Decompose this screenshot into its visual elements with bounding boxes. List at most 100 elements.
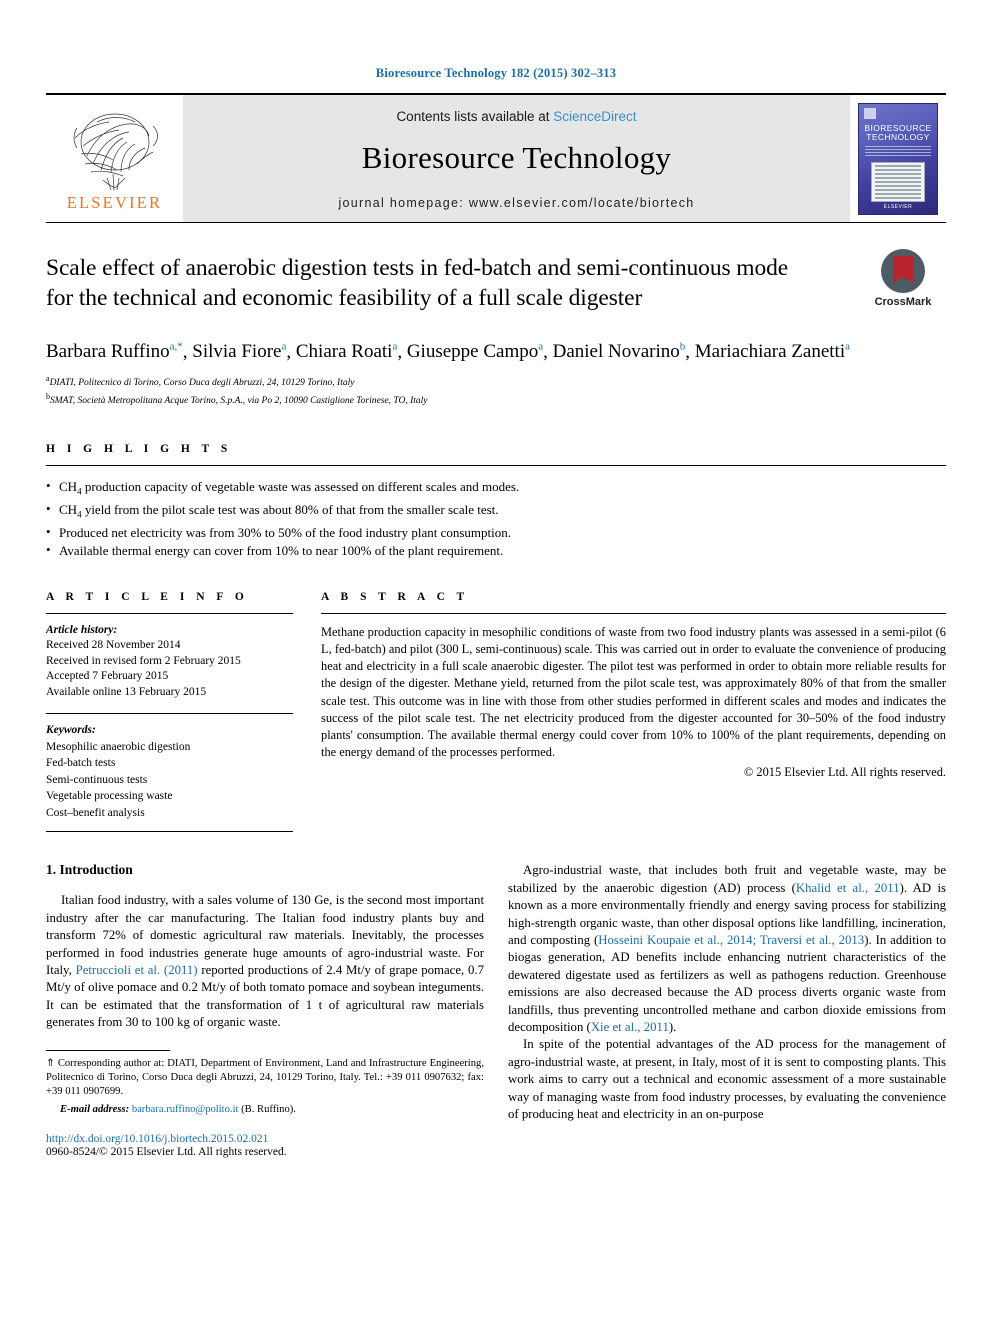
highlight-item: CH4 yield from the pilot scale test was … [46,500,946,524]
title-block: Scale effect of anaerobic digestion test… [46,249,946,313]
intro-paragraph-left: Italian food industry, with a sales volu… [46,892,484,1031]
journal-title: Bioresource Technology [361,140,672,175]
journal-masthead: ELSEVIER Contents lists available at Sci… [46,93,946,223]
elsevier-logo: ELSEVIER [46,95,183,222]
author-item: Silvia Fiorea [192,341,286,362]
affiliation-item: aDIATI, Politecnico di Torino, Corso Duc… [46,372,946,390]
author-mark: a [538,341,544,353]
author-name: Mariachiara Zanetti [694,341,846,363]
intro-paragraph-right-2: In spite of the potential advantages of … [508,1037,946,1122]
highlights-section: H I G H L I G H T S CH4 production capac… [46,443,946,561]
keyword-item: Mesophilic anaerobic digestion [46,740,191,753]
journal-info: Contents lists available at ScienceDirec… [183,95,850,222]
journal-homepage[interactable]: journal homepage: www.elsevier.com/locat… [183,196,850,210]
intro-right-text-d: ). [668,1019,677,1034]
author-name: Giuseppe Campo [406,341,539,363]
crossmark-label: CrossMark [874,296,932,308]
contents-prefix: Contents lists available at [396,109,554,124]
cover-publisher-icon [864,107,876,119]
author-item: Mariachiara Zanettia [695,341,850,362]
crossmark-badge[interactable]: CrossMark [860,249,946,308]
corresponding-author-note: ⇑ Corresponding author at: DIATI, Depart… [46,1057,484,1118]
sciencedirect-link[interactable]: ScienceDirect [553,109,636,124]
body-column-right: Agro-industrial waste, that includes bot… [508,862,946,1158]
keywords-block: Keywords: Mesophilic anaerobic digestion… [46,722,293,821]
abstract-heading: A B S T R A C T [321,590,469,603]
footnote-block: ⇑ Corresponding author at: DIATI, Depart… [46,1049,484,1159]
abstract-copyright: © 2015 Elsevier Ltd. All rights reserved… [743,765,946,780]
highlights-heading: H I G H L I G H T S [46,442,232,455]
article-info-divider [46,612,293,614]
doi-link[interactable]: http://dx.doi.org/10.1016/j.biortech.201… [46,1133,484,1145]
keyword-item: Vegetable processing waste [46,790,173,803]
journal-cover-image: BIORESOURCE TECHNOLOGY ELSEVIER [858,102,938,215]
highlight-item: Available thermal energy can cover from … [46,541,946,561]
author-item: Chiara Roatia [296,341,397,362]
abstract-column: A B S T R A C T Methane production capac… [321,591,946,833]
cover-title: BIORESOURCE TECHNOLOGY [864,122,932,142]
highlight-item: Produced net electricity was from 30% to… [46,523,946,543]
citation-link-hosseini-traversi[interactable]: Hosseini Koupaie et al., 2014; Traversi … [598,933,864,947]
email-suffix: (B. Ruffino). [238,1104,296,1116]
page-title: Scale effect of anaerobic digestion test… [46,255,789,311]
email-label: E-mail address: [60,1104,130,1116]
footnote-divider [46,1049,170,1051]
highlights-divider [46,464,946,466]
crossmark-icon [881,249,925,293]
citation-link-petruccioli[interactable]: Petruccioli et al. (2011) [76,963,198,977]
affiliation-list: aDIATI, Politecnico di Torino, Corso Duc… [46,372,946,408]
corresponding-author-text: Corresponding author at: DIATI, Departme… [46,1057,484,1097]
author-mark: b [679,341,686,353]
corresponding-author-mark: ⇑ [46,1057,55,1069]
keyword-item: Fed-batch tests [46,757,116,770]
author-item: Barbara Ruffinoa,* [46,341,183,362]
running-head: Bioresource Technology 182 (2015) 302–31… [375,66,617,80]
highlights-list: CH4 production capacity of vegetable was… [46,477,946,561]
highlight-item: CH4 production capacity of vegetable was… [46,477,946,501]
cover-footer: ELSEVIER [883,203,913,210]
affiliation-text: SMAT, Società Metropolitana Acque Torino… [50,396,428,407]
keywords-divider-bottom [46,831,293,833]
elsevier-tree-icon [73,113,158,191]
affiliation-text: DIATI, Politecnico di Torino, Corso Duca… [49,378,355,389]
keywords-label: Keywords: [46,724,96,737]
abstract-text: Methane production capacity in mesophili… [321,624,946,760]
paper-page: Bioresource Technology 182 (2015) 302–31… [0,0,992,1323]
author-item: Giuseppe Campoa [407,341,543,362]
keywords-divider-top [46,713,293,715]
history-item: Received 28 November 2014 [46,639,181,652]
history-item: Available online 13 February 2015 [46,685,207,698]
affiliation-item: bSMAT, Società Metropolitana Acque Torin… [46,390,946,408]
body-columns: 1. Introduction Italian food industry, w… [46,862,946,1158]
author-mark: a [281,341,287,353]
author-item: Daniel Novarinob [553,341,686,362]
body-column-left: 1. Introduction Italian food industry, w… [46,862,484,1158]
cover-table-figure [871,161,925,202]
author-name: Chiara Roati [295,341,393,363]
article-history-label: Article history: [46,623,118,636]
history-item: Accepted 7 February 2015 [46,670,169,683]
issn-copyright: 0960-8524/© 2015 Elsevier Ltd. All right… [46,1146,287,1159]
email-link[interactable]: barbara.ruffino@polito.it [132,1104,239,1115]
author-name: Barbara Ruffino [46,341,170,363]
email-line: E-mail address: barbara.ruffino@polito.i… [46,1103,484,1117]
author-list: Barbara Ruffinoa,*, Silvia Fiorea, Chiar… [46,341,851,363]
author-name: Silvia Fiore [192,341,282,363]
elsevier-wordmark: ELSEVIER [66,193,163,212]
citation-link-xie[interactable]: Xie et al., 2011 [591,1020,669,1034]
abstract-divider [321,612,946,614]
author-mark: a [392,341,398,353]
intro-right-text-c: ). In addition to biogas generation, AD … [508,932,946,1034]
author-mark: a,* [169,341,183,353]
author-name: Daniel Novarino [552,341,680,363]
history-item: Received in revised form 2 February 2015 [46,654,241,667]
citation-link-khalid[interactable]: Khalid et al., 2011 [796,881,900,895]
journal-cover-thumbnail: BIORESOURCE TECHNOLOGY ELSEVIER [850,95,946,222]
keyword-item: Cost–benefit analysis [46,806,145,819]
contents-line: Contents lists available at ScienceDirec… [183,109,850,124]
intro-paragraph-right-1: Agro-industrial waste, that includes bot… [508,862,946,1036]
article-info-column: A R T I C L E I N F O Article history: R… [46,591,293,833]
author-mark: a [845,341,851,353]
info-abstract-block: A R T I C L E I N F O Article history: R… [46,591,946,833]
article-history: Article history: Received 28 November 20… [46,623,293,701]
